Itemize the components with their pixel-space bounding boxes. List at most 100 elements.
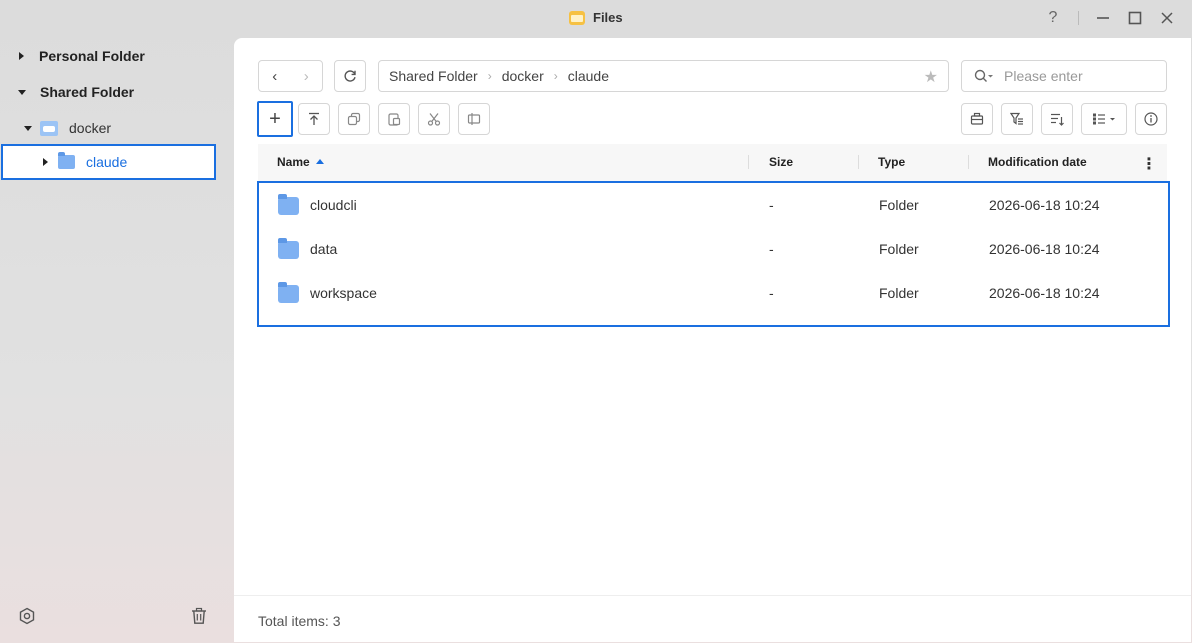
table-row[interactable]: data - Folder 2026-06-18 10:24	[259, 227, 1168, 271]
caret-down-icon[interactable]	[24, 125, 32, 131]
breadcrumb-docker[interactable]: docker	[502, 68, 544, 84]
toolbox-button[interactable]	[961, 103, 993, 135]
column-header-name[interactable]: Name	[277, 155, 324, 169]
create-button[interactable]: +	[257, 101, 293, 137]
sidebar-item-label: claude	[86, 154, 128, 170]
file-list: cloudcli - Folder 2026-06-18 10:24 data …	[257, 181, 1170, 327]
refresh-icon	[344, 70, 356, 82]
column-header-type[interactable]: Type	[878, 155, 905, 169]
caret-down-icon[interactable]	[18, 89, 26, 95]
file-type: Folder	[879, 285, 919, 301]
window-title: Files	[593, 10, 623, 25]
files-app-icon	[569, 10, 585, 25]
column-divider[interactable]	[748, 155, 749, 169]
file-name: data	[310, 241, 338, 257]
folder-icon	[278, 238, 299, 259]
file-size: -	[769, 241, 774, 257]
back-button[interactable]: ‹	[259, 61, 291, 91]
search-icon[interactable]	[974, 69, 994, 83]
breadcrumb-separator: ›	[553, 69, 558, 83]
total-items-count: Total items: 3	[258, 613, 341, 629]
docker-folder-icon	[40, 120, 58, 136]
info-icon	[1144, 112, 1158, 126]
copy-button[interactable]	[338, 103, 370, 135]
minimize-icon	[1097, 17, 1109, 19]
file-type: Folder	[879, 197, 919, 213]
folder-icon	[278, 194, 299, 215]
sidebar-item-label: Shared Folder	[40, 84, 135, 100]
scissors-icon	[427, 113, 441, 126]
status-bar: Total items: 3	[234, 595, 1191, 642]
sidebar-item-docker[interactable]: docker	[0, 111, 234, 145]
file-name: cloudcli	[310, 197, 357, 213]
file-size: -	[769, 197, 774, 213]
caret-right-icon[interactable]	[19, 52, 24, 60]
close-button[interactable]	[1157, 8, 1177, 28]
file-type: Folder	[879, 241, 919, 257]
help-icon[interactable]: ?	[1043, 8, 1063, 28]
file-modified: 2026-06-18 10:24	[989, 197, 1100, 213]
search-input[interactable]	[1004, 68, 1154, 84]
copy-icon	[347, 112, 361, 126]
history-nav: ‹ ›	[258, 60, 323, 92]
column-divider[interactable]	[858, 155, 859, 169]
caret-right-icon[interactable]	[43, 158, 48, 166]
sidebar-item-claude[interactable]: claude	[1, 144, 216, 180]
sort-icon	[1051, 113, 1064, 126]
maximize-icon	[1128, 11, 1142, 25]
column-options-icon[interactable]: ⋮	[1141, 154, 1157, 174]
sidebar-item-label: docker	[69, 120, 112, 136]
minimize-button[interactable]	[1093, 8, 1113, 28]
breadcrumb-shared-folder[interactable]: Shared Folder	[389, 68, 478, 84]
paste-button[interactable]	[378, 103, 410, 135]
rename-icon	[467, 113, 481, 125]
column-header-size[interactable]: Size	[769, 155, 793, 169]
breadcrumb-claude[interactable]: claude	[568, 68, 609, 84]
trash-icon	[192, 607, 206, 624]
file-browser-panel: ‹ › Shared Folder › docker › claude ★ +	[234, 38, 1191, 642]
cut-button[interactable]	[418, 103, 450, 135]
upload-icon	[309, 112, 319, 125]
info-button[interactable]	[1135, 103, 1167, 135]
paste-icon	[388, 113, 401, 126]
view-mode-button[interactable]	[1081, 103, 1127, 135]
table-row[interactable]: workspace - Folder 2026-06-18 10:24	[259, 271, 1168, 315]
upload-button[interactable]	[298, 103, 330, 135]
filter-button[interactable]	[1001, 103, 1033, 135]
sidebar-item-personal-folder[interactable]: Personal Folder	[0, 39, 234, 73]
close-icon	[1161, 12, 1173, 24]
filter-icon	[1010, 112, 1023, 125]
file-modified: 2026-06-18 10:24	[989, 285, 1100, 301]
title-divider	[1078, 11, 1079, 25]
folder-icon	[278, 282, 299, 303]
file-modified: 2026-06-18 10:24	[989, 241, 1100, 257]
settings-button[interactable]	[16, 605, 38, 627]
briefcase-icon	[970, 112, 984, 125]
maximize-button[interactable]	[1125, 8, 1145, 28]
table-header: Name Size Type Modification date ⋮	[258, 144, 1167, 181]
rename-button[interactable]	[458, 103, 490, 135]
folder-icon	[58, 152, 75, 169]
sidebar-item-label: Personal Folder	[39, 48, 145, 64]
title-wrap: Files	[569, 10, 623, 25]
recycle-bin-button[interactable]	[188, 605, 210, 627]
file-name: workspace	[310, 285, 377, 301]
title-bar: Files ?	[0, 0, 1192, 36]
column-header-label: Name	[277, 155, 310, 169]
search-box	[961, 60, 1167, 92]
settings-icon	[19, 607, 35, 625]
breadcrumb: Shared Folder › docker › claude ★	[378, 60, 949, 92]
table-row[interactable]: cloudcli - Folder 2026-06-18 10:24	[259, 183, 1168, 227]
column-divider[interactable]	[968, 155, 969, 169]
refresh-button[interactable]	[334, 60, 366, 92]
list-view-icon	[1093, 113, 1115, 125]
sort-button[interactable]	[1041, 103, 1073, 135]
forward-button[interactable]: ›	[291, 61, 323, 91]
sort-ascending-icon	[315, 159, 324, 164]
breadcrumb-separator: ›	[487, 69, 492, 83]
favorite-star-icon[interactable]: ★	[924, 67, 938, 87]
column-header-modified[interactable]: Modification date	[988, 155, 1087, 169]
sidebar-footer	[0, 591, 234, 643]
sidebar-item-shared-folder[interactable]: Shared Folder	[0, 75, 234, 109]
sidebar: Personal Folder Shared Folder docker cla…	[0, 36, 234, 643]
